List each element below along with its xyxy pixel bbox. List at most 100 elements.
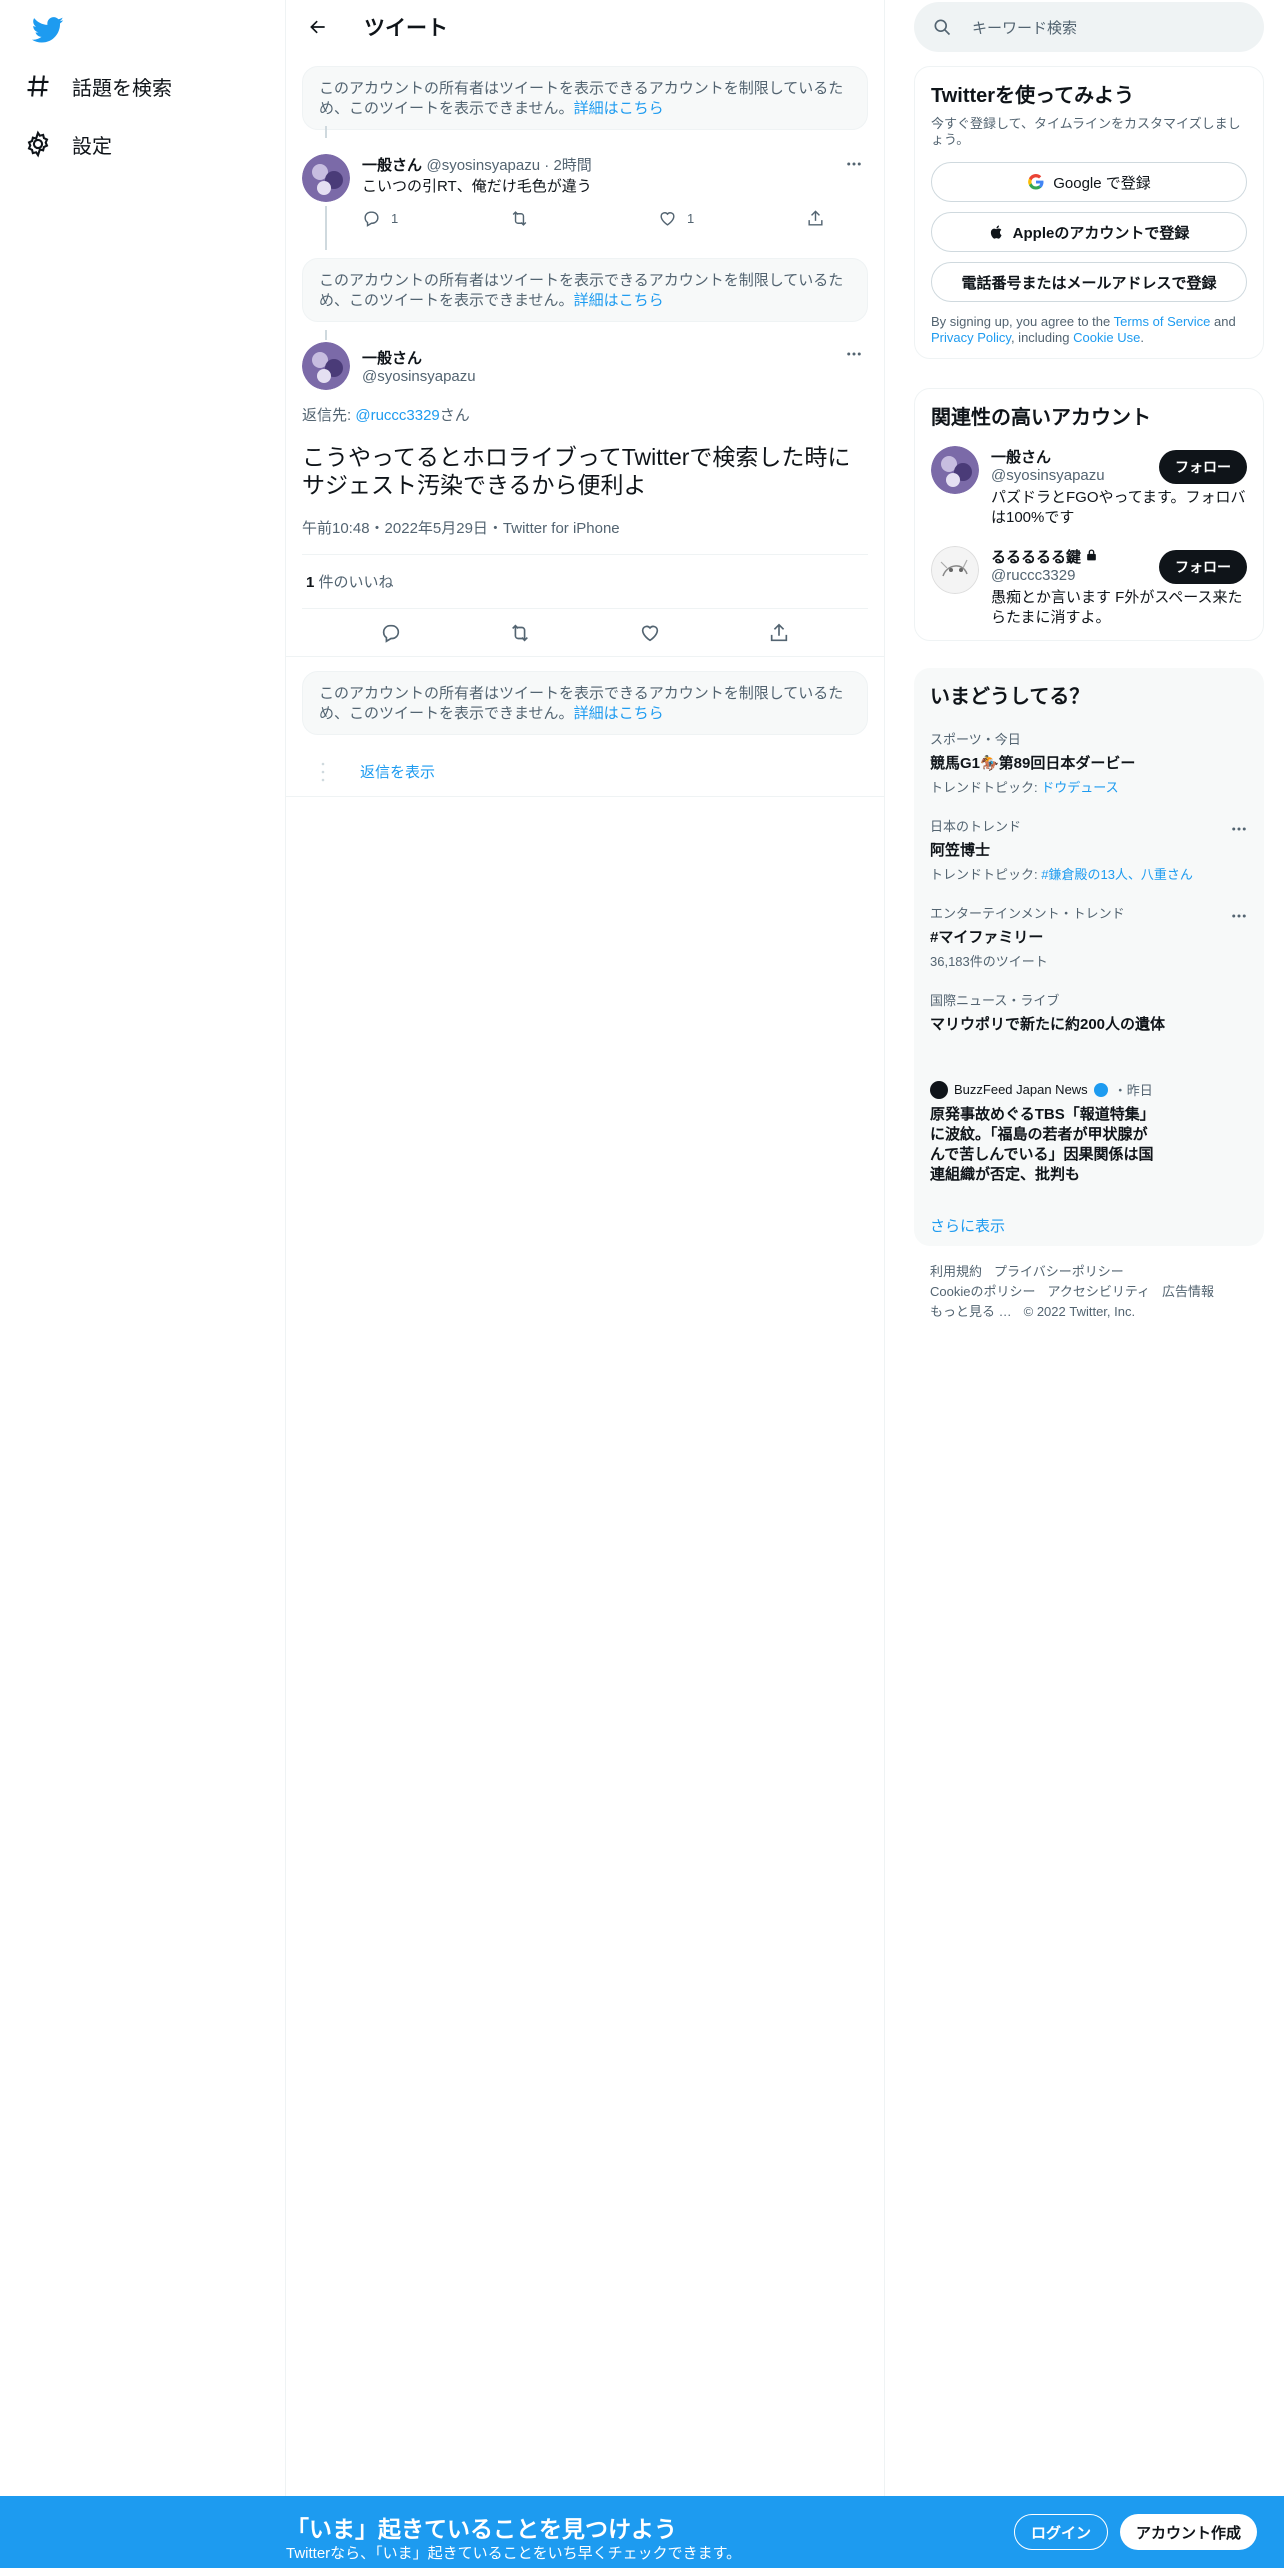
tweet-meta[interactable]: 午前10:48・2022年5月29日・Twitter for iPhone	[302, 517, 868, 555]
tweet-actions	[286, 609, 884, 657]
avatar[interactable]	[931, 546, 979, 594]
footer-link[interactable]: もっと見る …	[930, 1304, 1012, 1319]
sidebar-item-explore[interactable]: 話題を検索	[24, 60, 172, 112]
more-icon	[847, 162, 861, 166]
reply-count: 1	[391, 211, 399, 226]
trend-title: マリウポリで新たに約200人の遺体	[930, 1016, 1166, 1033]
apple-signup-button[interactable]: Appleのアカウントで登録	[931, 212, 1247, 252]
account-item[interactable]: 一般さん @syosinsyapazu パズドラとFGOやってます。フォロバは1…	[931, 446, 1247, 528]
bottom-bar-title: 「いま」起きていることを見つけよう	[286, 2516, 677, 2542]
more-options-button[interactable]	[840, 340, 868, 368]
footer-link[interactable]: 広告情報	[1162, 1284, 1214, 1299]
tweet-text: こいつの引RT、俺だけ毛色が違う	[362, 178, 592, 195]
footer-link[interactable]: アクセシビリティ	[1047, 1284, 1150, 1299]
author-name[interactable]: 一般さん	[362, 347, 476, 368]
sidebar-item-settings[interactable]: 設定	[24, 118, 112, 170]
google-icon	[1028, 173, 1044, 190]
follow-button[interactable]: フォロー	[1159, 550, 1247, 584]
learn-more-link[interactable]: 詳細はこちら	[574, 100, 664, 117]
trends-title: いまどうしてる？	[930, 686, 1090, 708]
author-handle[interactable]: @syosinsyapazu	[426, 157, 540, 174]
like-button[interactable]: 1	[658, 209, 806, 228]
like-count: 1	[687, 211, 695, 226]
author-handle[interactable]: @syosinsyapazu	[362, 368, 476, 385]
terms-link[interactable]: Terms of Service	[1114, 314, 1211, 329]
trend-topic-link[interactable]: #鎌倉殿の13人、八重さん	[1041, 867, 1193, 882]
learn-more-link[interactable]: 詳細はこちら	[574, 292, 664, 309]
google-signup-button[interactable]: Google で登録	[931, 162, 1247, 202]
more-options-button[interactable]	[840, 150, 868, 178]
search-placeholder: キーワード検索	[972, 19, 1078, 37]
lock-icon	[1087, 549, 1097, 561]
trend-item[interactable]: 国際ニュース・ライブ マリウポリで新たに約200人の遺体	[930, 990, 1248, 1034]
footer-link[interactable]: 利用規約	[930, 1264, 982, 1279]
phone-email-signup-button[interactable]: 電話番号またはメールアドレスで登録	[931, 262, 1247, 302]
retweet-button[interactable]	[510, 209, 658, 228]
avatar[interactable]	[302, 154, 350, 202]
avatar[interactable]	[931, 446, 979, 494]
privacy-link[interactable]: Privacy Policy	[931, 330, 1011, 345]
trend-item[interactable]: 日本のトレンド 阿笠博士 トレンドトピック: #鎌倉殿の13人、八重さん	[930, 816, 1248, 883]
signup-panel: Twitterを使ってみよう 今すぐ登録して、タイムラインをカスタマイズしましょ…	[914, 66, 1264, 359]
heart-icon[interactable]	[639, 622, 661, 644]
follow-button[interactable]: フォロー	[1159, 450, 1247, 484]
trend-item[interactable]: エンターテインメント・トレンド #マイファミリー 36,183件のツイート	[930, 903, 1248, 970]
tweet-time[interactable]: 2時間	[553, 157, 591, 174]
reply-button[interactable]: 1	[362, 209, 510, 228]
avatar[interactable]	[302, 342, 350, 390]
restricted-notice: このアカウントの所有者はツイートを表示できるアカウントを制限しているため、このツ…	[302, 66, 868, 130]
login-button[interactable]: ログイン	[1014, 2514, 1109, 2550]
bottom-signup-bar: 「いま」起きていることを見つけよう Twitterなら、「いま」起きていることを…	[0, 2496, 1284, 2568]
news-item[interactable]: BuzzFeed Japan News ・昨日 原発事故めぐるTBS「報道特集」…	[930, 1080, 1248, 1185]
trend-title: 競馬G1🏇第89回日本ダービー	[930, 755, 1136, 772]
reply-to-handle-link[interactable]: @ruccc3329	[355, 407, 439, 424]
footer-link[interactable]: プライバシーポリシー	[994, 1264, 1124, 1279]
trend-title: #マイファミリー	[930, 929, 1044, 946]
restricted-notice: このアカウントの所有者はツイートを表示できるアカウントを制限しているため、このツ…	[302, 258, 868, 322]
trend-context: 国際ニュース・ライブ	[930, 993, 1060, 1008]
signup-button[interactable]: アカウント作成	[1120, 2514, 1258, 2550]
gear-icon	[27, 130, 49, 158]
trend-context: スポーツ・今日	[930, 732, 1021, 747]
show-more-link[interactable]: さらに表示	[930, 1215, 1248, 1236]
hashtag-icon	[27, 75, 49, 97]
cookie-link[interactable]: Cookie Use	[1073, 330, 1140, 345]
signup-legal-text: By signing up, you agree to the Terms of…	[931, 314, 1236, 345]
sidebar-item-label: 設定	[72, 135, 112, 158]
retweet-icon	[512, 211, 527, 226]
search-input[interactable]: キーワード検索	[914, 2, 1264, 52]
trend-topic-link[interactable]: ドウデュース	[1041, 780, 1118, 795]
back-button[interactable]	[300, 9, 336, 45]
learn-more-link[interactable]: 詳細はこちら	[574, 705, 664, 722]
news-time: ・昨日	[1113, 1083, 1153, 1098]
trend-title: 阿笠博士	[930, 842, 991, 859]
footer-link[interactable]: Cookieのポリシー	[930, 1284, 1035, 1299]
likes-count-row[interactable]: 1 件のいいね	[302, 555, 868, 609]
share-icon	[808, 210, 823, 226]
heart-icon	[660, 212, 675, 226]
trend-context: 日本のトレンド	[930, 819, 1022, 834]
reply-tweet[interactable]: 一般さん @syosinsyapazu · 2時間 こいつの引RT、俺だけ毛色が…	[286, 126, 884, 250]
tweet-actions: 1 1	[362, 209, 954, 228]
signup-title: Twitterを使ってみよう	[931, 85, 1135, 107]
main-column: ツイート このアカウントの所有者はツイートを表示できるアカウントを制限しているた…	[286, 0, 885, 2568]
reply-to-line: 返信先: @ruccc3329さん	[302, 407, 470, 424]
copyright: © 2022 Twitter, Inc.	[1023, 1304, 1136, 1319]
vertical-dots-icon	[321, 762, 325, 781]
trend-item[interactable]: スポーツ・今日 競馬G1🏇第89回日本ダービー トレンドトピック: ドウデュース	[930, 729, 1248, 796]
more-icon[interactable]	[1230, 907, 1248, 925]
twitter-logo-icon[interactable]	[30, 14, 66, 46]
verified-badge-icon	[1093, 1082, 1108, 1097]
more-icon[interactable]	[1230, 820, 1248, 838]
retweet-icon[interactable]	[509, 622, 531, 644]
trends-panel: いまどうしてる？ スポーツ・今日 競馬G1🏇第89回日本ダービー トレンドトピッ…	[914, 668, 1264, 1246]
thread-line	[325, 126, 327, 138]
show-replies-button[interactable]: 返信を表示	[286, 747, 884, 797]
search-icon	[934, 19, 951, 36]
left-sidebar: 話題を検索 設定	[0, 0, 286, 2568]
reply-icon	[364, 211, 379, 227]
reply-icon[interactable]	[380, 622, 402, 644]
account-item[interactable]: るるるるる鍵 @ruccc3329 愚痴とか言います F外がスペース来たらたまに…	[931, 546, 1247, 628]
author-name[interactable]: 一般さん	[362, 157, 422, 174]
share-icon[interactable]	[768, 622, 790, 644]
